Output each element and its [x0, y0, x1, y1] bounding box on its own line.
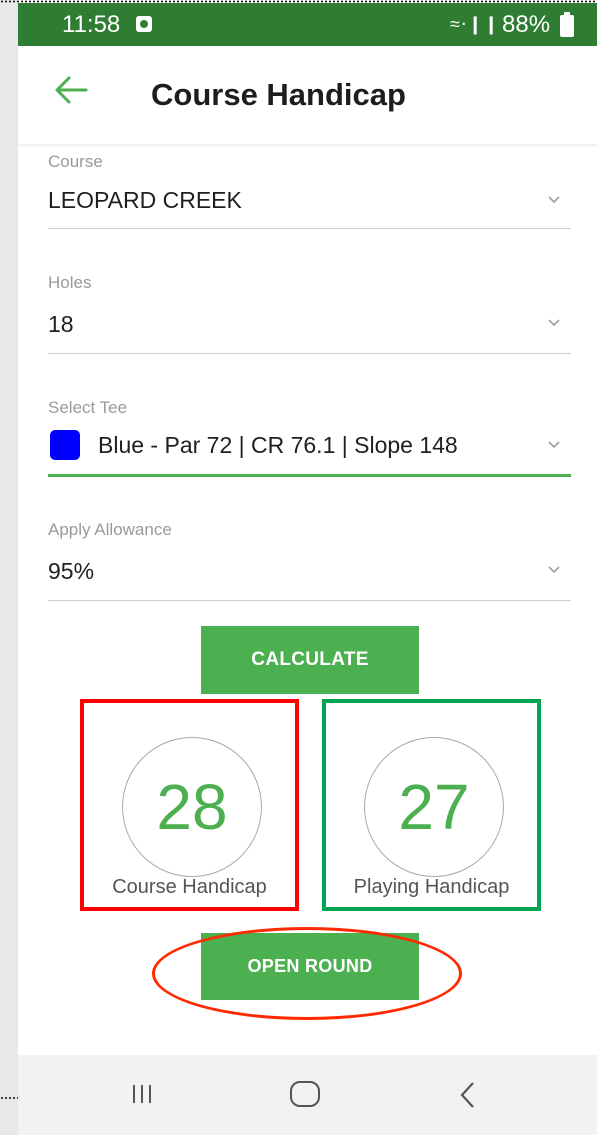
- chevron-down-icon: [548, 196, 560, 204]
- system-nav-bar: [18, 1055, 597, 1135]
- home-icon[interactable]: [289, 1080, 321, 1108]
- phone-screen: 11:58 ≈⋅❙❙ 88% Course Handicap Course LE…: [18, 3, 597, 1135]
- allowance-underline: [48, 600, 571, 601]
- notification-icon: [136, 16, 152, 32]
- holes-value: 18: [48, 311, 74, 337]
- playing-handicap-value: 27: [364, 737, 504, 877]
- tee-color-swatch: [50, 430, 80, 460]
- course-handicap-label: Course Handicap: [112, 876, 267, 898]
- holes-label: Holes: [48, 273, 92, 292]
- allowance-select[interactable]: Apply Allowance 95%: [48, 515, 571, 605]
- arrow-left-icon[interactable]: [54, 75, 88, 105]
- allowance-value: 95%: [48, 558, 95, 584]
- status-bar: 11:58 ≈⋅❙❙ 88%: [18, 3, 597, 46]
- battery-icon: [560, 12, 574, 37]
- allowance-label: Apply Allowance: [48, 520, 172, 539]
- back-icon[interactable]: [458, 1080, 478, 1110]
- course-label: Course: [48, 152, 103, 171]
- chevron-down-icon: [548, 441, 560, 449]
- recent-apps-icon[interactable]: [130, 1083, 154, 1105]
- status-time: 11:58: [62, 11, 121, 38]
- app-header: Course Handicap: [18, 46, 597, 144]
- course-underline: [48, 228, 571, 229]
- wifi-signal-icon: ≈⋅❙❙: [450, 14, 500, 34]
- chevron-down-icon: [548, 566, 560, 574]
- holes-select[interactable]: Holes 18: [48, 268, 571, 358]
- course-handicap-card: 28 Course Handicap: [80, 699, 299, 911]
- tee-value: Blue - Par 72 | CR 76.1 | Slope 148: [98, 432, 458, 458]
- tee-select[interactable]: Select Tee Blue - Par 72 | CR 76.1 | Slo…: [48, 394, 571, 484]
- playing-handicap-label: Playing Handicap: [353, 876, 510, 898]
- course-handicap-value: 28: [122, 737, 262, 877]
- bottom-dotted-border: [0, 1096, 20, 1100]
- holes-underline: [48, 353, 571, 354]
- battery-percent: 88%: [502, 11, 551, 38]
- page-title: Course Handicap: [151, 77, 406, 112]
- calculate-button[interactable]: CALCULATE: [201, 626, 419, 694]
- tee-underline-active: [48, 474, 571, 477]
- tee-label: Select Tee: [48, 398, 128, 417]
- playing-handicap-card: 27 Playing Handicap: [322, 699, 541, 911]
- course-value: LEOPARD CREEK: [48, 187, 242, 213]
- open-round-button[interactable]: OPEN ROUND: [201, 933, 419, 1000]
- course-select[interactable]: Course LEOPARD CREEK: [48, 148, 571, 232]
- chevron-down-icon: [548, 319, 560, 327]
- left-margin: [0, 0, 18, 1135]
